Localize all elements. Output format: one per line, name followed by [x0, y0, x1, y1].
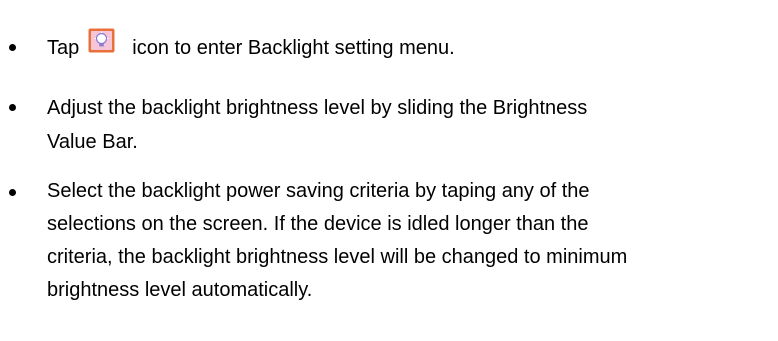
- list-item-text: Select the backlight power saving criter…: [47, 174, 767, 306]
- text-line: brightness level automatically.: [47, 279, 313, 301]
- tap-label: Tap: [47, 37, 80, 59]
- text-line: selections on the screen. If the device …: [47, 213, 589, 235]
- text-line: Select the backlight power saving criter…: [47, 180, 590, 202]
- text-line: Value Bar.: [47, 131, 138, 153]
- list-item-text: Tap icon to enter Backlight setting menu…: [47, 28, 767, 65]
- bullet-icon: [9, 44, 16, 51]
- document-page: Tap icon to enter Backlight setting menu…: [0, 0, 778, 341]
- text-line: Tap icon to enter Backlight setting menu…: [47, 28, 767, 65]
- bullet-icon: [9, 104, 16, 111]
- text-line: Adjust the backlight brightness level by…: [47, 97, 588, 119]
- bullet-icon: [9, 189, 16, 196]
- tap-description: icon to enter Backlight setting menu.: [132, 37, 455, 59]
- text-line: criteria, the backlight brightness level…: [47, 246, 628, 268]
- list-item-text: Adjust the backlight brightness level by…: [47, 91, 767, 159]
- backlight-icon: [88, 28, 115, 53]
